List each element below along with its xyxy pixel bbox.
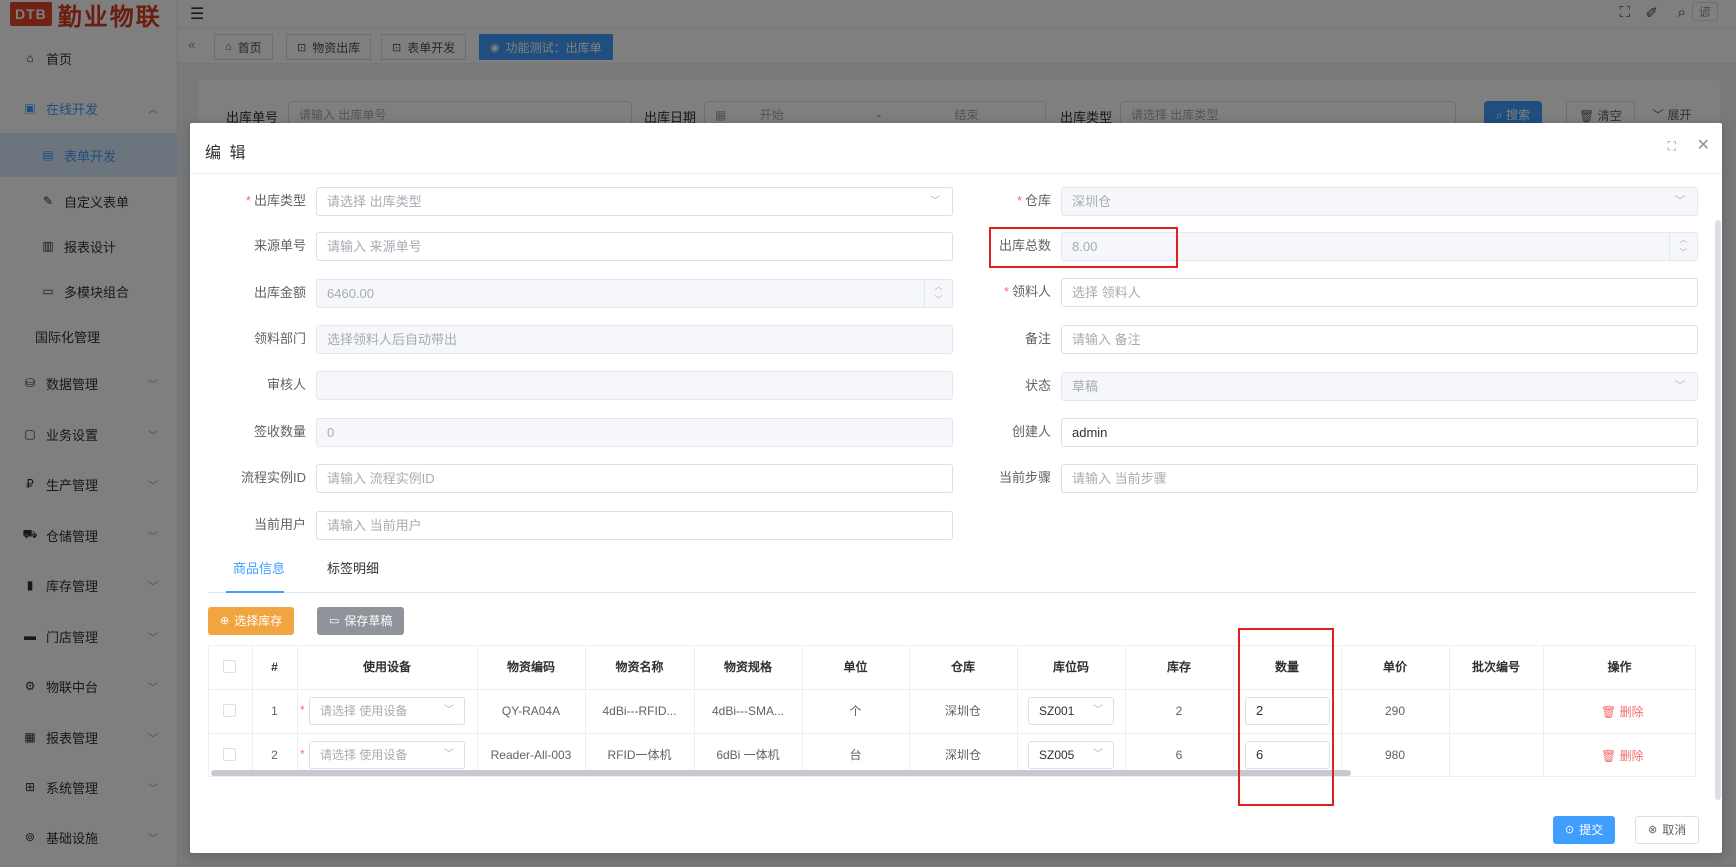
table-header-price: 单价: [1382, 660, 1407, 674]
row-spec: 4dBi---SMA...: [711, 704, 784, 718]
chevron-down-icon: ﹀: [444, 705, 454, 716]
field-label-sign-qty: 签收数量: [253, 424, 306, 439]
amount-input: 6460.00 ︿ ﹀: [316, 279, 953, 308]
status-select: 草稿 ﹀: [1061, 372, 1698, 401]
dialog-vertical-scrollbar[interactable]: [1715, 220, 1721, 800]
select-stock-label: 选择库存: [234, 614, 283, 628]
outbound-type-select[interactable]: 请选择 出库类型 ﹀: [316, 187, 953, 216]
location-select[interactable]: SZ005 ﹀: [1028, 741, 1114, 769]
chevron-down-icon: ﹀: [1675, 196, 1685, 207]
folder-icon: ▭: [329, 615, 340, 627]
device-select[interactable]: 请选择 使用设备 ﹀: [309, 697, 465, 725]
required-star: *: [300, 703, 305, 717]
field-label-receiver: * 领料人: [1003, 284, 1051, 299]
field-label-department: 领料部门: [253, 331, 306, 346]
highlight-box-qty-column: [1238, 628, 1334, 806]
field-label-source-no: 来源单号: [253, 238, 306, 253]
field-label-warehouse: * 仓库: [1016, 193, 1051, 208]
trash-icon: 🗑: [1601, 705, 1620, 719]
dialog-title: 编 辑: [205, 145, 248, 162]
save-draft-label: 保存草稿: [344, 614, 393, 628]
required-star: *: [300, 747, 305, 761]
submit-button[interactable]: ⊙ 提交: [1553, 816, 1616, 844]
current-step-input[interactable]: 请输入 当前步骤: [1061, 464, 1698, 493]
field-label-current-user: 当前用户: [253, 517, 306, 532]
cancel-label: 取消: [1662, 823, 1687, 837]
field-label-reviewer: 审核人: [266, 377, 306, 392]
process-id-input[interactable]: 请输入 流程实例ID: [316, 464, 953, 493]
chevron-down-icon: ﹀: [1675, 381, 1685, 392]
row-code: QY-RA04A: [501, 704, 561, 718]
close-icon[interactable]: ✕: [1697, 135, 1710, 155]
cancel-button[interactable]: ⊗ 取消: [1635, 816, 1700, 844]
field-label-current-step: 当前步骤: [998, 470, 1051, 485]
row-warehouse: 深圳仓: [944, 704, 981, 718]
chevron-down-icon: ﹀: [1093, 749, 1103, 760]
check-circle-icon: ⊙: [1565, 824, 1575, 836]
trash-icon: 🗑: [1601, 749, 1620, 763]
table-header-unit: 单位: [843, 660, 868, 674]
row-checkbox[interactable]: [223, 704, 236, 717]
row-price: 980: [1384, 748, 1406, 762]
select-all-checkbox[interactable]: [223, 660, 236, 673]
field-label-remark: 备注: [1024, 331, 1051, 346]
remark-input[interactable]: 请输入 备注: [1061, 325, 1698, 354]
receiver-input[interactable]: 选择 领料人: [1061, 278, 1698, 307]
field-label-amount: 出库金额: [253, 285, 306, 300]
maximize-icon[interactable]: ⛶: [1668, 139, 1676, 154]
subtab-tag-detail[interactable]: 标签明细: [327, 558, 379, 577]
table-header-spec: 物资规格: [723, 660, 772, 674]
save-draft-button[interactable]: ▭ 保存草稿: [317, 607, 405, 635]
chevron-down-icon: ﹀: [930, 196, 940, 207]
table-header-name: 物资名称: [615, 660, 664, 674]
dialog-divider: [190, 173, 1722, 174]
subtab-divider: [208, 592, 1697, 593]
chevron-down-icon: ﹀: [444, 749, 454, 760]
field-label-process-id: 流程实例ID: [240, 470, 306, 485]
department-input: 选择领料人后自动带出: [316, 325, 953, 354]
row-batch: [1449, 689, 1543, 733]
row-unit: 个: [849, 704, 862, 718]
sign-qty-input: 0: [316, 418, 953, 447]
delete-button[interactable]: 🗑 删除: [1601, 747, 1644, 764]
table-header-location: 库位码: [1052, 660, 1089, 674]
table-header-device: 使用设备: [362, 660, 411, 674]
table-header-action: 操作: [1607, 660, 1632, 674]
select-stock-button[interactable]: ⊕ 选择库存: [208, 607, 295, 635]
table-header-stock: 库存: [1166, 660, 1191, 674]
amount-stepper: ︿ ﹀: [924, 280, 952, 307]
delete-button[interactable]: 🗑 删除: [1601, 703, 1644, 720]
row-price: 290: [1384, 704, 1406, 718]
table-header-index: #: [271, 660, 278, 674]
row-batch: [1449, 733, 1543, 777]
row-index: 1: [271, 704, 278, 718]
submit-label: 提交: [1579, 823, 1604, 837]
location-select[interactable]: SZ001 ﹀: [1028, 697, 1114, 725]
table-horizontal-scrollbar[interactable]: [211, 770, 1351, 776]
close-circle-icon: ⊗: [1648, 824, 1658, 836]
current-user-input[interactable]: 请输入 当前用户: [316, 511, 953, 540]
table-header-batch: 批次编号: [1471, 660, 1520, 674]
row-checkbox[interactable]: [223, 748, 236, 761]
chevron-down-icon: ﹀: [1093, 705, 1103, 716]
reviewer-input: [316, 371, 953, 400]
table-header-warehouse: 仓库: [950, 660, 975, 674]
subtab-active-ink: [226, 591, 284, 593]
warehouse-select: 深圳仓 ﹀: [1061, 187, 1698, 216]
field-label-status: 状态: [1024, 378, 1051, 393]
highlight-box-total-qty: [989, 227, 1178, 268]
field-label-creator: 创建人: [1011, 424, 1051, 439]
subtab-goods-info[interactable]: 商品信息: [233, 558, 285, 577]
source-no-input[interactable]: 请输入 来源单号: [316, 232, 953, 261]
plus-circle-icon: ⊕: [220, 615, 230, 627]
row-name: 4dBi---RFID...: [602, 704, 677, 718]
row-stock: 2: [1175, 704, 1183, 718]
device-select[interactable]: 请选择 使用设备 ﹀: [309, 741, 465, 769]
total-qty-stepper: ︿ ﹀: [1669, 233, 1697, 260]
creator-input[interactable]: admin: [1061, 418, 1698, 447]
table-header-code: 物资编码: [506, 660, 555, 674]
field-label-outbound-type: * 出库类型: [245, 193, 306, 208]
